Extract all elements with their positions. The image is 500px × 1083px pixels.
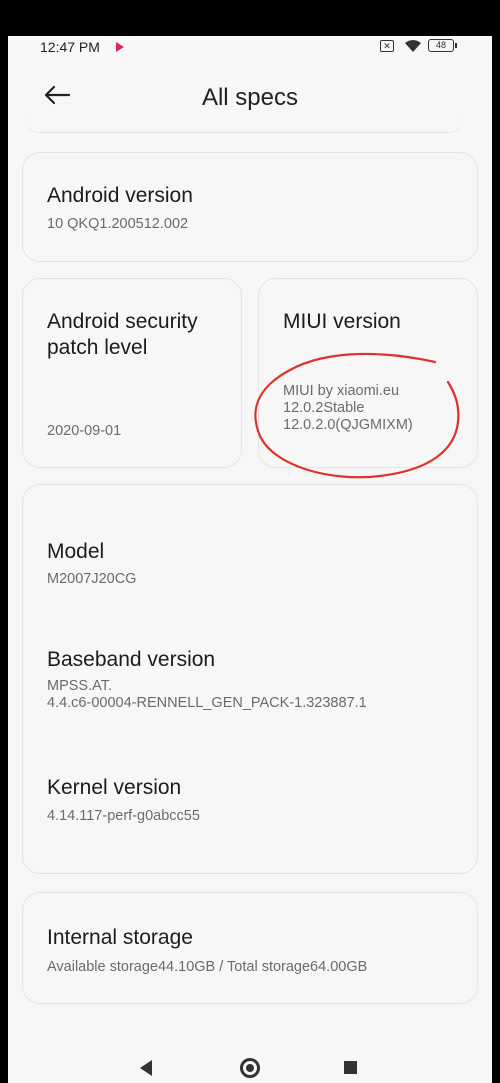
kernel-label: Kernel version (47, 776, 182, 799)
screen: 12:47 PM ✕ 48 All specs Android version … (8, 36, 492, 1083)
baseband-value-line1: MPSS.AT. (47, 678, 112, 694)
android-version-card[interactable]: Android version 10 QKQ1.200512.002 (22, 152, 478, 262)
previous-card-edge (24, 96, 464, 133)
battery-icon: 48 (428, 39, 457, 52)
model-label: Model (47, 540, 105, 563)
status-bar: 12:47 PM ✕ 48 (8, 36, 492, 60)
model-value: M2007J20CG (47, 571, 137, 587)
miui-version-label: MIUI version (283, 310, 401, 333)
notification-icon (116, 42, 124, 52)
square-recents-icon[interactable] (344, 1061, 357, 1074)
baseband-label: Baseband version (47, 648, 216, 671)
security-patch-value: 2020-09-01 (47, 423, 122, 439)
kernel-value: 4.14.117-perf-g0abcc55 (47, 808, 200, 824)
android-version-value: 10 QKQ1.200512.002 (47, 216, 189, 232)
device-info-card[interactable]: Model M2007J20CG Baseband version MPSS.A… (22, 484, 478, 874)
android-version-label: Android version (47, 184, 193, 207)
triangle-back-icon[interactable] (140, 1060, 152, 1076)
circle-home-icon[interactable] (240, 1058, 260, 1078)
storage-value: Available storage44.10GB / Total storage… (47, 959, 368, 975)
wifi-icon (403, 38, 423, 59)
status-time: 12:47 PM (40, 39, 100, 55)
sim-x-icon: ✕ (380, 40, 394, 52)
storage-label: Internal storage (47, 926, 193, 949)
security-patch-label: Android security patch level (47, 310, 198, 359)
red-circle-annotation (254, 352, 460, 479)
baseband-value-line2: 4.4.c6-00004-RENNELL_GEN_PACK-1.323887.1 (47, 695, 367, 711)
security-patch-card[interactable]: Android security patch level 2020-09-01 (22, 278, 242, 468)
storage-card[interactable]: Internal storage Available storage44.10G… (22, 892, 478, 1004)
navigation-bar (8, 1036, 492, 1083)
